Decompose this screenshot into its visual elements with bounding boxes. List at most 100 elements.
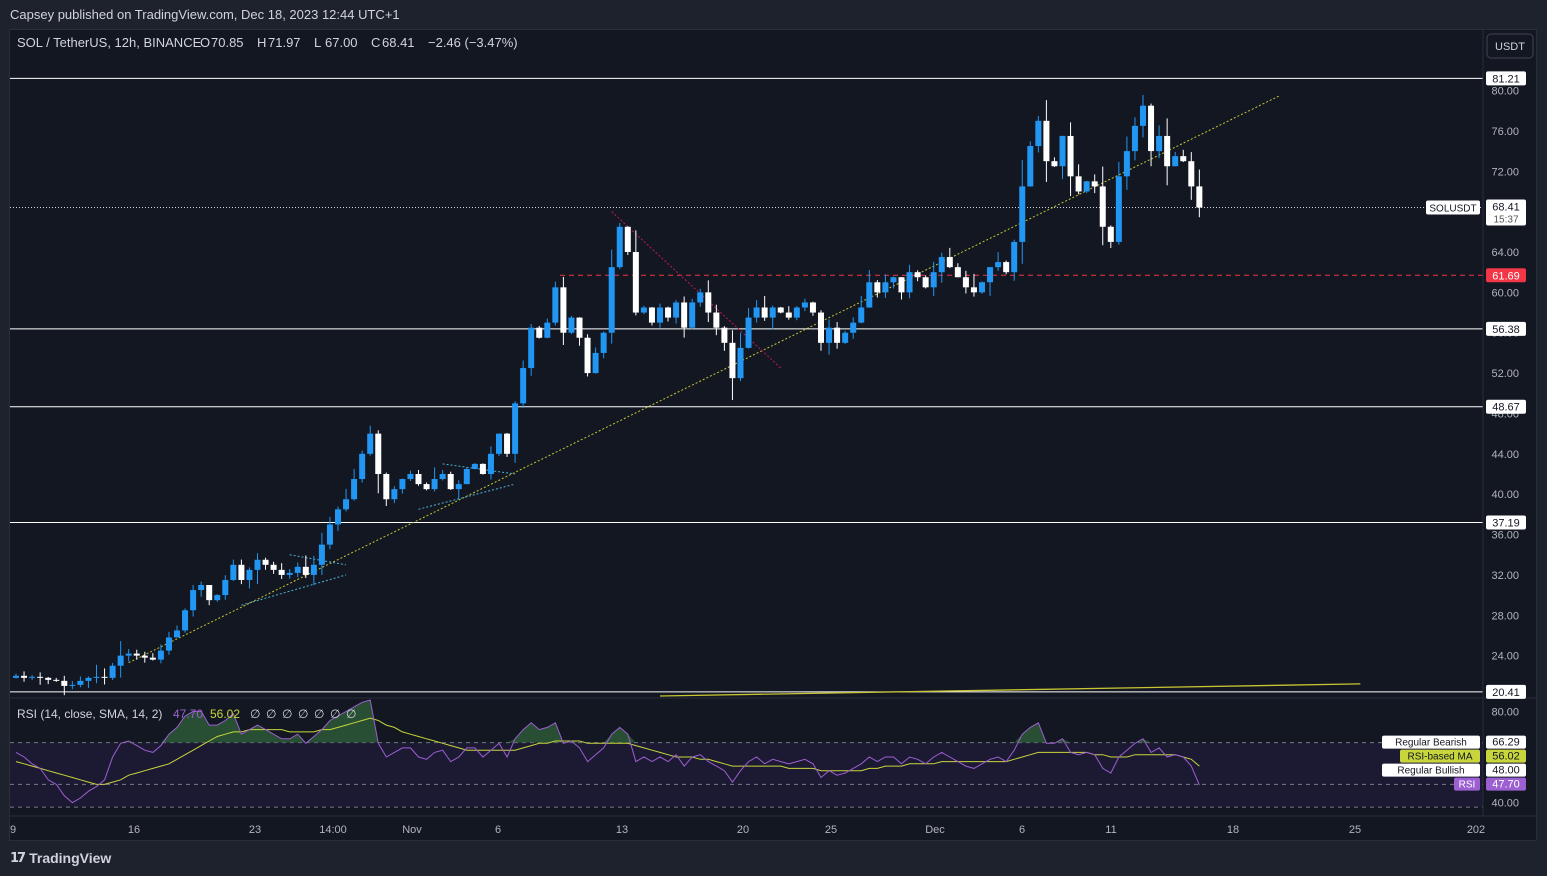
price-tick-label: 76.00 xyxy=(1491,126,1519,138)
candle-body xyxy=(970,287,977,293)
candle-body xyxy=(294,566,301,573)
candle-body xyxy=(922,277,929,288)
candle-body xyxy=(85,677,92,681)
time-tick-label: 16 xyxy=(128,824,140,836)
candle-body xyxy=(391,489,398,500)
candle-body xyxy=(149,657,156,660)
candle-body xyxy=(351,479,358,500)
candle-body xyxy=(29,676,36,678)
candle-body xyxy=(496,433,502,454)
candle-body xyxy=(214,595,221,601)
candle-body xyxy=(568,317,575,333)
candle-body xyxy=(705,292,712,313)
publisher-line: Capsey published on TradingView.com, Dec… xyxy=(10,7,400,22)
tradingview-logo[interactable]: 𝟭𝟳 TradingView xyxy=(10,850,111,866)
candle-body xyxy=(77,680,84,685)
candle-body xyxy=(318,544,325,565)
candle-body xyxy=(1059,135,1066,167)
candle-body xyxy=(407,474,414,480)
candle-body xyxy=(713,312,720,328)
candle-body xyxy=(1083,181,1090,192)
rsi-value-label: 66.29 xyxy=(1492,737,1520,749)
price-tick-label: 24.00 xyxy=(1491,651,1519,663)
candle-body xyxy=(165,637,172,651)
candle-body xyxy=(270,564,277,570)
candle-body xyxy=(431,479,438,490)
rsi-tick-label: 40.00 xyxy=(1491,798,1519,810)
rsi-ma-value: 56.02 xyxy=(210,707,240,721)
candle-body xyxy=(528,327,535,369)
candle-body xyxy=(182,610,189,631)
candle-body xyxy=(874,282,881,293)
ohlc-value: 71.97 xyxy=(268,35,301,50)
candle-body xyxy=(447,474,454,490)
candle-body xyxy=(1027,146,1034,187)
candle-body xyxy=(954,267,961,278)
price-tick-label: 72.00 xyxy=(1491,166,1519,178)
candle-body xyxy=(938,257,945,273)
candle-body xyxy=(198,585,205,591)
candle-body xyxy=(455,484,462,490)
rsi-flag: ∅ xyxy=(298,707,308,721)
tradingview-logo-icon: 𝟭𝟳 xyxy=(10,850,26,865)
chart-canvas[interactable]: SOLUSDT RSI (14, close, SMA, 14, 2) 47.70… xyxy=(10,30,1536,840)
price-tick-label: 80.00 xyxy=(1491,86,1519,98)
rsi-flag: ∅ xyxy=(346,707,356,721)
candle-body xyxy=(689,302,696,328)
price-tick-label: 64.00 xyxy=(1491,247,1519,259)
level-badge-label: 81.21 xyxy=(1492,73,1520,85)
candle-body xyxy=(1075,176,1082,192)
candle-body xyxy=(512,403,519,454)
candle-body xyxy=(745,317,752,348)
candle-body xyxy=(801,302,808,308)
candle-body xyxy=(1172,156,1179,167)
candle-body xyxy=(1188,161,1195,187)
candle-body xyxy=(1043,120,1050,162)
time-tick-label: 202 xyxy=(1467,824,1485,836)
footer-brand: TradingView xyxy=(29,850,112,866)
level-badge-label: 61.69 xyxy=(1492,270,1520,282)
level-badge-label: 48.67 xyxy=(1492,402,1520,414)
candle-body xyxy=(423,484,430,490)
candle-body xyxy=(399,479,406,490)
candle-body xyxy=(504,433,511,454)
candle-body xyxy=(190,590,197,611)
rsi-flag: ∅ xyxy=(314,707,324,721)
candle-body xyxy=(536,327,543,338)
time-tick-label: 20 xyxy=(737,824,749,836)
candle-body xyxy=(632,252,639,313)
candle-body xyxy=(1123,151,1130,177)
candle-body xyxy=(576,317,583,338)
candle-body xyxy=(962,277,969,288)
candle-body xyxy=(995,262,1002,268)
symbol-title[interactable]: SOL / TetherUS, 12h, BINANCE xyxy=(17,35,202,50)
candle-body xyxy=(439,474,446,480)
candle-body xyxy=(890,277,897,283)
candle-body xyxy=(157,650,164,660)
ohlc-readout: O 70.85 H 71.97 L 67.00 C 68.41 −2.46 (−3.47%) xyxy=(200,35,518,50)
candle-body xyxy=(93,676,100,678)
candle-body xyxy=(1067,135,1074,177)
time-tick-label: 13 xyxy=(616,824,628,836)
candle-body xyxy=(826,327,833,343)
candle-body xyxy=(1099,186,1106,227)
candle-body xyxy=(109,665,116,678)
rsi-legend-name: Regular Bearish xyxy=(1395,738,1467,749)
candle-body xyxy=(125,653,132,656)
candle-body xyxy=(383,474,390,500)
long-trend-line xyxy=(659,683,1361,697)
price-pane: SOLUSDT xyxy=(10,77,1483,697)
rsi-band xyxy=(10,742,1483,808)
ohlc-change: −2.46 (−3.47%) xyxy=(428,35,518,50)
candle-body xyxy=(471,463,478,469)
currency-button[interactable]: USDT xyxy=(1486,33,1534,59)
candle-body xyxy=(69,684,76,686)
candle-body xyxy=(608,267,615,333)
candle-body xyxy=(769,307,776,318)
chart-frame[interactable]: SOLUSDT RSI (14, close, SMA, 14, 2) 47.70… xyxy=(9,29,1537,841)
candle-body xyxy=(850,322,857,333)
price-tick-label: 44.00 xyxy=(1491,449,1519,461)
price-tick-label: 52.00 xyxy=(1491,368,1519,380)
candle-body xyxy=(278,569,285,575)
candle-body xyxy=(793,307,800,318)
